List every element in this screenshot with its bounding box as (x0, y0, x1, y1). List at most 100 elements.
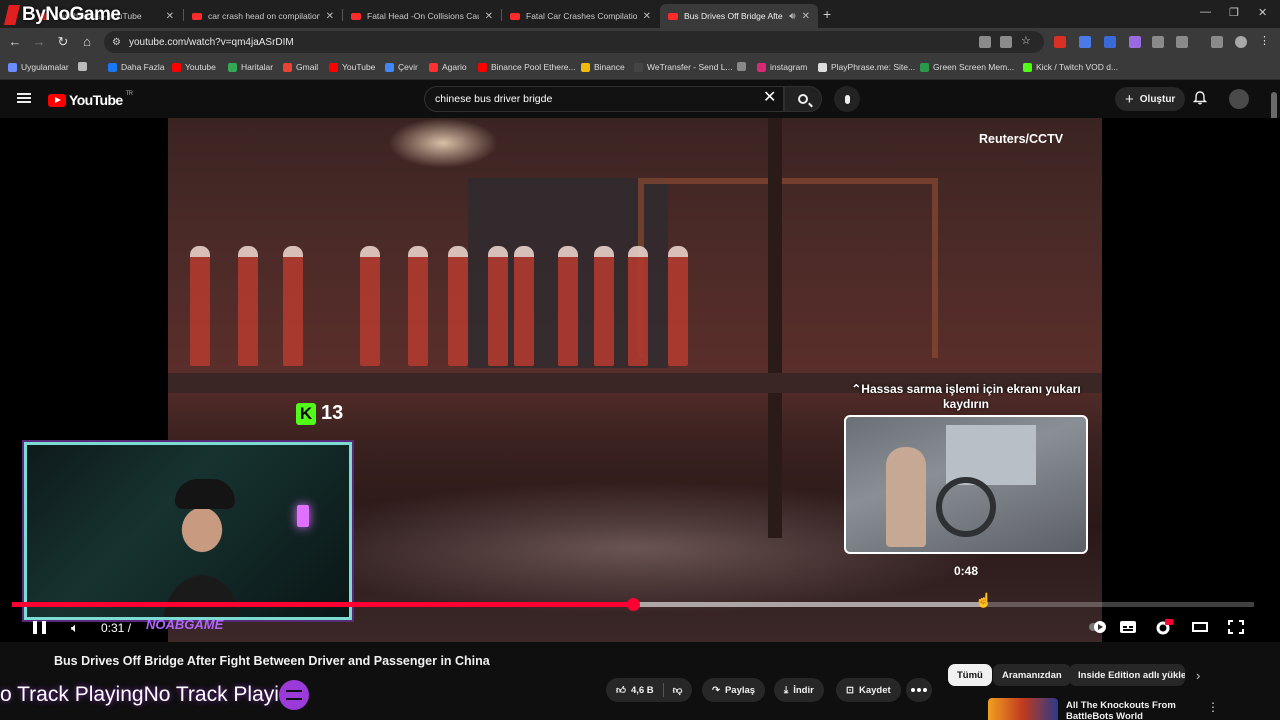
worker (514, 246, 534, 366)
bookmark-item[interactable]: Binance (581, 62, 625, 72)
browser-menu-icon[interactable]: ⋮ (1259, 34, 1271, 47)
site-info-icon[interactable]: ⚙ (112, 37, 121, 48)
restore-icon[interactable]: ❐ (1229, 6, 1239, 19)
close-tab-icon[interactable]: ✕ (643, 11, 651, 22)
browser-tab-4[interactable]: Fatal Car Crashes Compilation ✕ (502, 4, 659, 28)
back-icon[interactable]: ← (7, 34, 23, 49)
forward-icon[interactable]: → (31, 34, 47, 49)
progress-bar[interactable] (12, 598, 1254, 611)
bookmark-item[interactable]: Kick / Twitch VOD d... (1023, 62, 1118, 72)
browser-tab-3[interactable]: Fatal Head -On Collisions Caug ✕ (343, 4, 501, 28)
bookmark-item[interactable]: PlayPhrase.me: Site... (818, 62, 915, 72)
browser-tab-2[interactable]: car crash head on compilation ✕ (184, 4, 342, 28)
create-label: Oluştur (1139, 93, 1176, 105)
bookmark-label: Kick / Twitch VOD d... (1036, 62, 1119, 72)
hamburger-menu-icon[interactable] (17, 93, 31, 103)
close-tab-icon[interactable]: ✕ (802, 11, 810, 22)
tracking-protection-icon[interactable] (1000, 36, 1012, 48)
bookmark-apps[interactable]: Uygulamalar (8, 62, 69, 72)
bookmark-item[interactable]: WeTransfer - Send L... (634, 62, 733, 72)
bookmark-item[interactable] (737, 62, 746, 71)
youtube-logo[interactable]: YouTube TR (48, 91, 133, 108)
bookmark-item[interactable]: Daha Fazla (108, 62, 164, 72)
bookmark-item[interactable]: Çevir (385, 62, 418, 72)
mute-button[interactable]: 🔈︎ (71, 620, 79, 636)
recommendation-title[interactable]: All The Knockouts From BattleBots World … (1066, 700, 1196, 720)
more-actions-button[interactable] (906, 678, 932, 702)
extension-news-icon[interactable] (1054, 36, 1066, 48)
bookmark-item[interactable]: Gmail (283, 62, 318, 72)
minimize-icon[interactable]: — (1200, 6, 1211, 18)
current-time: 0:31 / (101, 621, 132, 635)
close-tab-icon[interactable]: ✕ (166, 11, 174, 22)
fullscreen-icon[interactable] (1227, 619, 1245, 635)
reload-icon[interactable]: ↻ (55, 34, 71, 50)
share-label: Paylaş (724, 684, 756, 696)
bookmark-label: Green Screen Mem... (933, 62, 1015, 72)
search-button[interactable] (784, 86, 822, 112)
subtitles-icon[interactable] (1119, 619, 1137, 635)
tab-title: Fatal Car Crashes Compilation (526, 11, 637, 21)
extension-icon[interactable] (1129, 36, 1141, 48)
dislike-icon[interactable]: 👎︎ (673, 684, 683, 696)
recommendation-thumbnail[interactable] (988, 698, 1058, 720)
worker (488, 246, 508, 366)
crane-cable (768, 118, 782, 538)
bookmark-item[interactable]: Agario (429, 62, 467, 72)
create-button[interactable]: + Oluştur (1115, 87, 1186, 111)
theater-mode-icon[interactable] (1191, 619, 1209, 635)
extensions-puzzle-icon[interactable] (1176, 36, 1188, 48)
close-tab-icon[interactable]: ✕ (485, 11, 493, 22)
extension-icon[interactable] (1104, 36, 1116, 48)
bookmark-item[interactable]: Youtube (172, 62, 216, 72)
share-button[interactable]: ↷ Paylaş (702, 678, 766, 702)
chip-all[interactable]: Tümü (948, 664, 992, 686)
address-bar[interactable]: ⚙ youtube.com/watch?v=qm4jaASrDIM (104, 31, 1044, 53)
recommendation-more-icon[interactable]: ⋮ (1207, 700, 1219, 714)
chevron-right-icon[interactable]: › (1196, 668, 1200, 683)
mouse-cursor-icon: ☝ (975, 592, 993, 608)
clear-search-icon[interactable]: ✕ (763, 90, 776, 106)
bookmark-item[interactable]: YouTube (329, 62, 375, 72)
download-button[interactable]: ⤓ İndir (774, 678, 824, 702)
bynogame-logo: ByNoGame (4, 4, 121, 26)
tab-title: car crash head on compilation (208, 11, 320, 21)
scrubber-handle[interactable] (627, 598, 640, 611)
bookmark-item[interactable]: Binance Pool Ethere... (478, 62, 576, 72)
bookmark-star-icon[interactable]: ☆ (1021, 34, 1033, 47)
instagram-icon (757, 62, 766, 72)
save-button[interactable]: ⊡ Kaydet (836, 678, 901, 702)
speaker-icon[interactable]: 🔊︎ (789, 11, 795, 22)
pause-button[interactable] (33, 621, 46, 634)
browser-tab-active[interactable]: Bus Drives Off Bridge After 🔊︎ ✕ (660, 4, 818, 28)
bookmark-item[interactable]: instagram (757, 62, 807, 72)
bookmark-label: Haritalar (241, 62, 274, 72)
new-tab-button[interactable]: + (823, 6, 831, 22)
close-window-icon[interactable]: ✕ (1258, 6, 1267, 19)
search-input[interactable]: chinese bus driver brigde (424, 86, 784, 112)
country-code: TR (125, 91, 133, 97)
account-avatar[interactable] (1229, 89, 1249, 109)
chip-uploader[interactable]: Inside Edition adlı yükle (1069, 664, 1185, 686)
voice-search-button[interactable] (834, 86, 860, 112)
worker (558, 246, 578, 366)
home-icon[interactable]: ⌂ (79, 34, 95, 49)
like-icon[interactable]: 👍︎ (616, 684, 626, 696)
notifications-bell-icon[interactable] (1193, 91, 1207, 105)
bookmark-grid[interactable] (78, 62, 87, 71)
video-player[interactable]: Reuters/CCTV K 13 ⌃Hassas sarma işlemi i… (0, 118, 1280, 642)
extension-translate-icon[interactable] (1079, 36, 1091, 48)
autoplay-toggle-icon[interactable] (1088, 619, 1108, 635)
like-count[interactable]: 4,6 B (631, 685, 654, 696)
extension-icon[interactable] (1152, 36, 1164, 48)
settings-gear-icon[interactable] (1155, 619, 1173, 635)
install-app-icon[interactable] (979, 36, 991, 48)
profile-avatar[interactable] (1235, 36, 1247, 48)
video-watermark: Reuters/CCTV (979, 132, 1064, 146)
reading-list-icon[interactable] (1211, 36, 1223, 48)
youtube-header: YouTube TR chinese bus driver brigde ✕ +… (0, 80, 1280, 118)
bookmark-item[interactable]: Green Screen Mem... (920, 62, 1014, 72)
chip-from-search[interactable]: Aramanızdan (993, 664, 1071, 686)
close-tab-icon[interactable]: ✕ (326, 11, 334, 22)
bookmark-item[interactable]: Haritalar (228, 62, 273, 72)
